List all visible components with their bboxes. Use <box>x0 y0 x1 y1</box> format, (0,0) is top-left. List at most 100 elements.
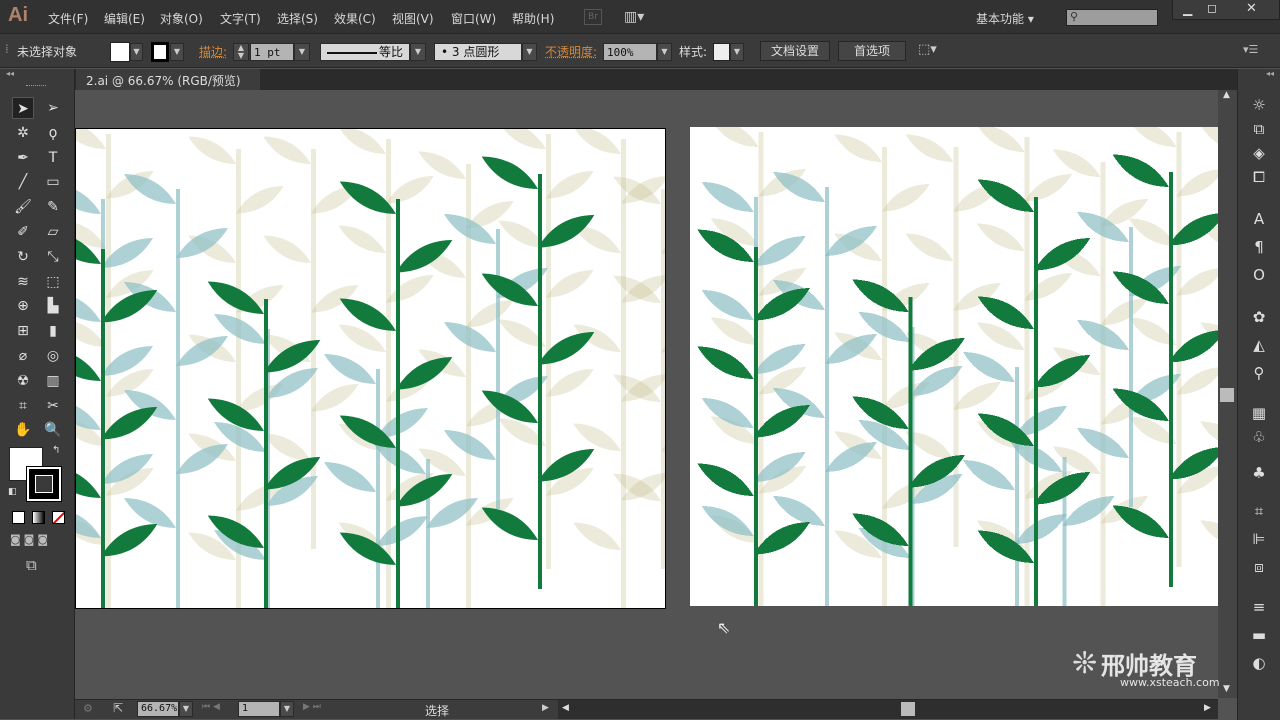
artboards-panel-icon[interactable]: ⧠ <box>1248 167 1270 187</box>
canvas[interactable]: ⇖ <box>75 90 1218 699</box>
screen-mode-icon[interactable]: ⧉ <box>26 556 37 574</box>
paintbrush-tool-icon[interactable]: 🖌 <box>12 196 34 218</box>
workspace-switcher[interactable]: 基本功能 ▾ <box>976 10 1034 27</box>
artboard-number-field[interactable]: 1 <box>238 701 280 717</box>
blend-tool-icon[interactable]: ◎ <box>42 345 64 367</box>
width-tool-icon[interactable]: ≋ <box>12 271 34 293</box>
preferences-button[interactable]: 首选项 <box>838 41 906 61</box>
paragraph-panel-icon[interactable]: ¶ <box>1248 237 1270 257</box>
appearance-panel-icon[interactable]: ▦ <box>1248 403 1270 423</box>
stroke-panel-icon[interactable]: ♣ <box>1248 463 1270 483</box>
stroke-weight-stepper[interactable]: ▲ ▼ <box>233 43 249 61</box>
menu-object[interactable]: 对象(O) <box>160 10 203 27</box>
symbols-panel-icon[interactable]: ◭ <box>1248 335 1270 355</box>
transform-panel-icon[interactable]: ⌗ <box>1248 501 1270 521</box>
menu-file[interactable]: 文件(F) <box>48 10 88 27</box>
menu-window[interactable]: 窗口(W) <box>451 10 496 27</box>
zoom-dropdown[interactable]: ▼ <box>179 701 193 717</box>
selection-tool-icon[interactable]: ➤ <box>12 97 34 119</box>
menu-edit[interactable]: 编辑(E) <box>104 10 145 27</box>
layers-panel-icon[interactable]: ◈ <box>1248 143 1270 163</box>
fill-dropdown[interactable]: ▼ <box>130 43 143 61</box>
color-panel-icon[interactable]: ☼ <box>1248 95 1270 115</box>
menu-view[interactable]: 视图(V) <box>392 10 434 27</box>
opacity-field[interactable]: 100% <box>603 43 657 61</box>
direct-selection-tool-icon[interactable]: ➢ <box>42 97 64 119</box>
menu-effect[interactable]: 效果(C) <box>334 10 376 27</box>
swap-colors-icon[interactable]: ↰ <box>52 445 60 456</box>
artboard-dropdown[interactable]: ▼ <box>280 701 294 717</box>
graphic-style-swatch[interactable] <box>713 43 730 61</box>
panel-menu-icon[interactable]: ▾☰ <box>1243 43 1258 56</box>
close-button[interactable]: ✕ <box>1246 1 1257 16</box>
slice-tool-icon[interactable]: ✂ <box>42 395 64 417</box>
pathfinder-panel-icon[interactable]: ⧈ <box>1248 557 1270 577</box>
expand-panels-icon[interactable]: ◂◂ <box>1266 69 1274 78</box>
menu-select[interactable]: 选择(S) <box>277 10 318 27</box>
zoom-tool-icon[interactable]: 🔍 <box>42 419 64 441</box>
brush-dropdown[interactable]: ▼ <box>522 43 537 61</box>
panel-grip[interactable] <box>26 85 46 88</box>
vertical-scrollbar[interactable]: ▲ ▼ <box>1218 90 1237 698</box>
stroke-weight-field[interactable]: 1 pt <box>250 43 294 61</box>
bridge-button[interactable]: Br <box>584 9 602 25</box>
eraser-tool-icon[interactable]: ▱ <box>42 221 64 243</box>
rectangle-tool-icon[interactable]: ▭ <box>42 171 64 193</box>
hand-tool-icon[interactable]: ✋ <box>12 419 34 441</box>
perspective-grid-tool-icon[interactable]: ▙ <box>42 295 64 317</box>
document-tab[interactable]: 2.ai @ 66.67% (RGB/预览) × <box>76 69 260 103</box>
stroke-swatch[interactable] <box>151 42 169 62</box>
last-artboard-icon[interactable]: ▶ ⏭ <box>303 702 321 712</box>
maximize-button[interactable]: ◻ <box>1207 1 1217 15</box>
artboard-1[interactable] <box>75 128 666 609</box>
zoom-field[interactable]: 66.67% <box>137 701 179 717</box>
horizontal-scrollbar[interactable]: ◀ ▶ <box>558 700 1218 719</box>
first-artboard-icon[interactable]: ⏮ ◀ <box>202 702 220 712</box>
isolate-object-icon[interactable]: ⬚▾ <box>918 42 937 57</box>
gradient-panel-icon[interactable]: ▬ <box>1248 625 1270 645</box>
shape-builder-tool-icon[interactable]: ⊕ <box>12 295 34 317</box>
stroke-dropdown[interactable]: ▼ <box>170 43 184 61</box>
character-panel-icon[interactable]: A <box>1248 209 1270 229</box>
stroke-weight-dropdown[interactable]: ▼ <box>294 43 310 61</box>
none-mode-button[interactable] <box>52 511 65 524</box>
align-panel-icon[interactable]: ⊫ <box>1248 529 1270 549</box>
share-icon[interactable]: ⇱ <box>113 701 123 715</box>
stroke-panel-panel-icon[interactable]: ≡ <box>1248 597 1270 617</box>
pen-tool-icon[interactable]: ✒ <box>12 147 34 169</box>
blob-brush-tool-icon[interactable]: ✐ <box>12 221 34 243</box>
color-guide-panel-icon[interactable]: ⧉ <box>1248 119 1270 139</box>
symbol-sprayer-tool-icon[interactable]: ☢ <box>12 370 34 392</box>
scroll-down-icon[interactable]: ▼ <box>1223 684 1230 694</box>
fill-swatch[interactable] <box>110 42 130 62</box>
transparency-panel-icon[interactable]: ◐ <box>1248 653 1270 673</box>
opentype-panel-icon[interactable]: O <box>1248 265 1270 285</box>
horizontal-scroll-thumb[interactable] <box>901 702 915 716</box>
default-colors-icon[interactable]: ◧ <box>8 487 17 497</box>
mesh-tool-icon[interactable]: ⊞ <box>12 320 34 342</box>
magic-wand-tool-icon[interactable]: ✲ <box>12 122 34 144</box>
search-input[interactable]: ⚲ <box>1066 9 1158 26</box>
gradient-mode-button[interactable] <box>32 511 45 524</box>
gradient-tool-icon[interactable]: ▮ <box>42 320 64 342</box>
stroke-color-box[interactable] <box>26 466 62 502</box>
vertical-scroll-thumb[interactable] <box>1220 388 1234 402</box>
collapse-panel-icon[interactable]: ◂◂ <box>6 69 14 78</box>
color-mode-button[interactable] <box>12 511 25 524</box>
artboard-2-pixel-preview[interactable] <box>690 127 1218 606</box>
type-tool-icon[interactable]: T <box>42 147 64 169</box>
document-setup-button[interactable]: 文档设置 <box>760 41 830 61</box>
opacity-dropdown[interactable]: ▼ <box>657 43 672 61</box>
scroll-up-icon[interactable]: ▲ <box>1223 90 1230 100</box>
minimize-button[interactable]: ▁ <box>1183 2 1192 16</box>
menu-type[interactable]: 文字(T) <box>220 10 261 27</box>
stroke-label[interactable]: 描边: <box>199 43 227 60</box>
current-tool-status[interactable]: 选择 <box>425 702 449 719</box>
artboard-tool-icon[interactable]: ⌗ <box>12 395 34 417</box>
scroll-right-icon[interactable]: ▶ <box>1204 703 1211 713</box>
profile-dropdown[interactable]: ▼ <box>410 43 426 61</box>
eyedropper-tool-icon[interactable]: ⌀ <box>12 345 34 367</box>
brush-definition[interactable]: • 3 点圆形 <box>434 43 522 61</box>
brushes-panel-icon[interactable]: ✿ <box>1248 307 1270 327</box>
arrange-documents-icon[interactable]: ▥▾ <box>624 9 644 25</box>
